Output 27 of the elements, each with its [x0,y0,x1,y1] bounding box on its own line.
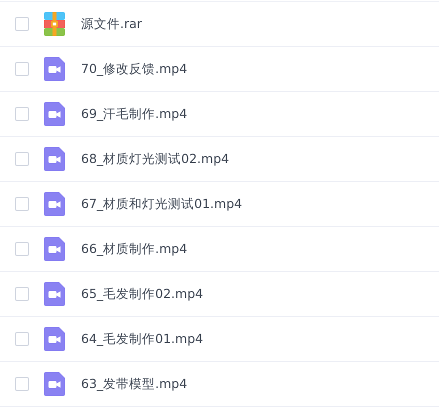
file-name[interactable]: 源文件.rar [81,14,142,34]
file-name[interactable]: 66_材质制作.mp4 [81,240,188,258]
archive-icon [44,12,65,36]
file-name[interactable]: 64_毛发制作01.mp4 [81,330,204,348]
video-file-icon [44,282,65,306]
checkbox[interactable] [15,17,29,31]
file-name[interactable]: 63_发带模型.mp4 [81,374,188,394]
video-file-icon [44,102,65,126]
file-name[interactable]: 69_汗毛制作.mp4 [81,104,188,124]
checkbox[interactable] [15,377,29,391]
checkbox[interactable] [15,107,29,121]
file-name[interactable]: 68_材质灯光测试02.mp4 [81,150,230,168]
file-name[interactable]: 70_修改反馈.mp4 [81,60,188,78]
video-file-icon [44,237,65,261]
video-file-icon [44,327,65,351]
checkbox[interactable] [15,242,29,256]
checkbox[interactable] [15,197,29,211]
video-file-icon [44,57,65,81]
video-file-icon [44,147,65,171]
file-name[interactable]: 65_毛发制作02.mp4 [81,284,204,304]
checkbox[interactable] [15,332,29,346]
file-name[interactable]: 67_材质和灯光测试01.mp4 [81,194,242,214]
checkbox[interactable] [15,287,29,301]
video-file-icon [44,192,65,216]
checkbox[interactable] [15,62,29,76]
video-file-icon [44,372,65,396]
checkbox[interactable] [15,152,29,166]
